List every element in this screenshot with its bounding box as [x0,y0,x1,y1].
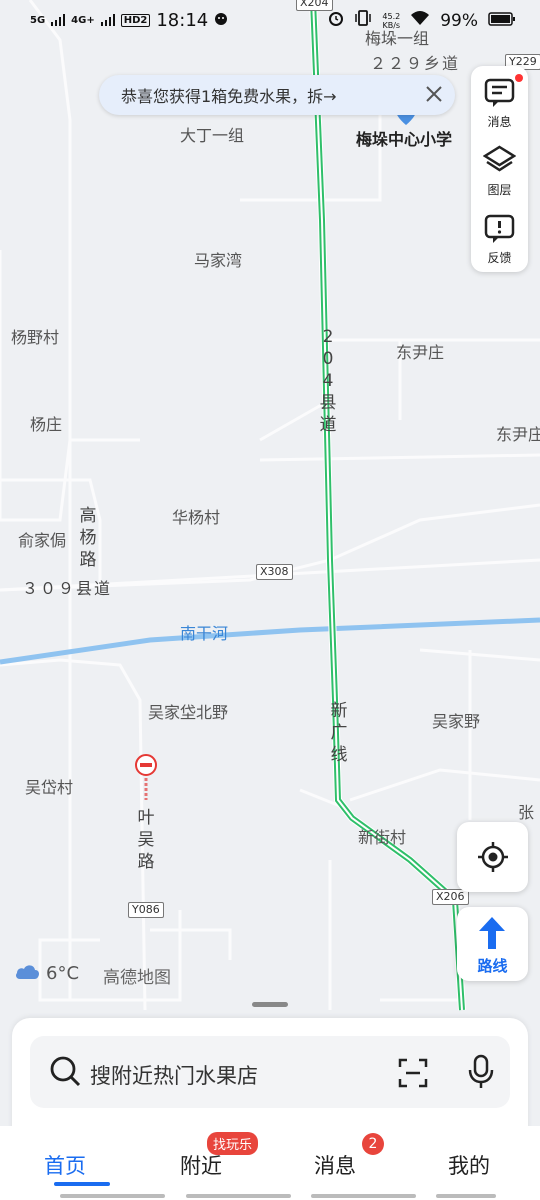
route-button[interactable]: 路线 [457,907,528,981]
alarm-icon [328,10,344,31]
tab-messages[interactable]: 消息 [314,1150,356,1180]
layers-button[interactable]: 图层 [471,136,528,202]
map-label: 新街村 [358,828,407,847]
nearby-badge: 找玩乐 [207,1132,259,1155]
search-input[interactable]: 搜附近热门水果店 [90,1060,258,1090]
road-label: 204县道 [319,327,337,435]
brand-logo: 高德地图 [103,968,171,988]
locate-icon [476,840,510,878]
signal-icon [51,11,66,31]
vibrate-icon [354,10,372,31]
status-bar: 5G 4G+ HD2 18:14 45.2 KB/s 99% [0,0,540,40]
network-5g: 5G [30,15,46,26]
map-label: 东尹庄 [396,343,445,362]
map-label: 杨庄 [30,415,63,434]
active-tab-indicator [54,1182,110,1186]
gesture-bar [60,1194,165,1198]
clock: 18:14 [156,10,209,31]
tab-home[interactable]: 首页 [44,1150,86,1180]
gesture-bar [186,1194,291,1198]
map-label: 吴家垈北野 [148,703,229,722]
message-icon [483,76,516,109]
map-label: 大丁一组 [180,126,245,145]
signal-icon [100,11,115,31]
road-shield: Y086 [128,902,164,918]
gesture-bar [436,1194,496,1198]
messages-label: 消息 [487,115,512,129]
map-poi-label[interactable]: 梅垛中心小学 [356,132,452,148]
road-shield: X308 [256,564,293,580]
network-4g: 4G+ [71,15,95,26]
net-speed: 45.2 KB/s [382,11,401,30]
map-label: ２２９乡道 [370,54,461,73]
microphone-icon[interactable] [464,1054,498,1094]
messages-button[interactable]: 消息 [471,68,528,134]
route-label: 路线 [477,957,508,975]
search-bar[interactable]: 搜附近热门水果店 [30,1036,510,1108]
layers-icon [482,144,517,177]
map-label: 南干河 [180,624,229,643]
map-label: ３０９县道 [22,579,113,598]
scan-icon[interactable] [396,1056,430,1094]
weather-widget[interactable]: 6°C [14,962,79,985]
close-icon[interactable] [423,83,445,105]
battery-percent: 99% [440,10,478,31]
bottom-nav: 首页 附近 消息 我的 [0,1126,540,1200]
map-label: 杨野村 [11,328,60,347]
promo-text[interactable]: 恭喜您获得1箱免费水果，拆→ [121,83,337,107]
gesture-bar [311,1194,416,1198]
search-icon [48,1054,82,1092]
map-label: 华杨村 [172,508,221,527]
cloud-icon [14,962,40,985]
layers-label: 图层 [487,183,512,197]
temperature: 6°C [46,963,80,984]
road-shield: X206 [432,889,469,905]
road-label: 高杨路 [79,506,97,570]
map-label: 张 [518,803,535,822]
road-label: 叶吴路 [137,808,155,872]
unread-dot [515,74,523,82]
promo-banner[interactable]: 恭喜您获得1箱免费水果，拆→ [99,75,455,115]
tab-mine[interactable]: 我的 [448,1150,490,1180]
notification-icon [214,11,228,31]
messages-badge: 2 [362,1133,384,1155]
map-label: 吴家野 [432,712,481,731]
drag-handle[interactable] [252,1002,288,1007]
map-label: 俞家侷 [18,531,67,550]
map-label: 吴岱村 [25,778,74,797]
route-arrow-icon [477,915,507,955]
wifi-icon [410,10,430,31]
map-label: 马家湾 [194,251,243,270]
map-label: 东尹庄 [496,425,540,444]
map-tools-panel: 消息 图层 反馈 [471,66,528,272]
road-label: 新广线 [330,701,348,765]
feedback-button[interactable]: 反馈 [471,204,528,270]
hd-voice-icon: HD2 [120,14,151,27]
feedback-label: 反馈 [487,251,512,265]
locate-button[interactable] [457,822,528,892]
battery-icon [488,11,516,31]
feedback-icon [483,212,516,245]
